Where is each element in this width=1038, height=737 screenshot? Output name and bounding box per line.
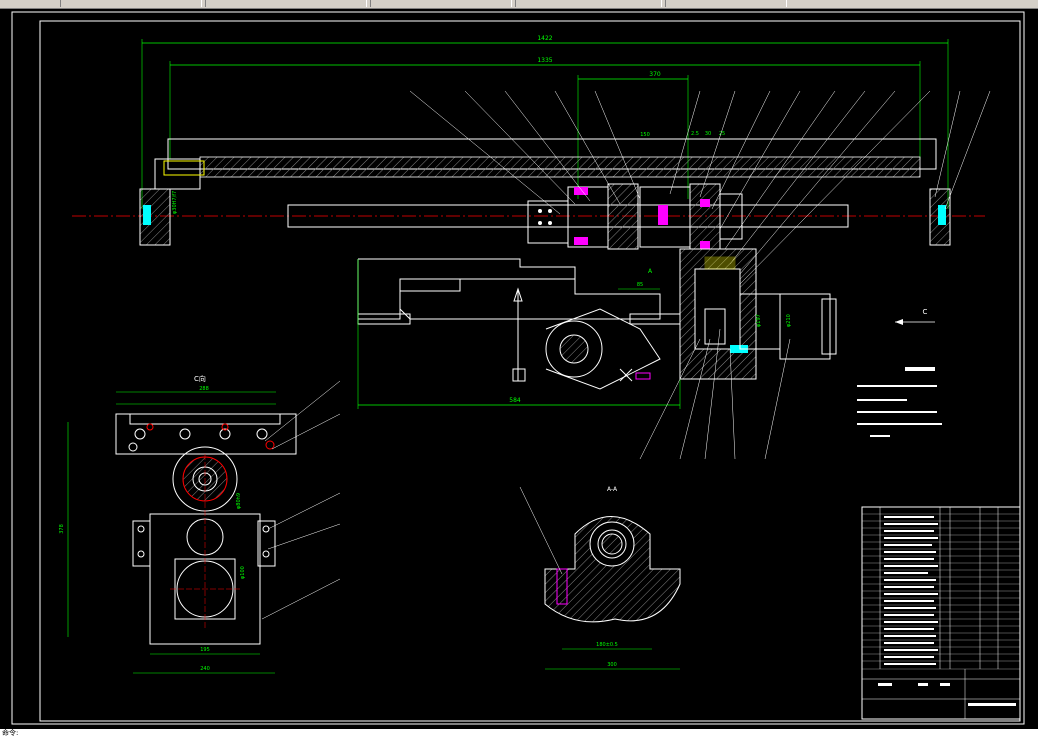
- dimension-rail: 1335: [169, 57, 921, 159]
- technical-notes: [857, 367, 942, 437]
- dimension-carriage-text: 584: [509, 397, 521, 404]
- dimension-85-text: 85: [637, 282, 643, 288]
- dimension-2-5: 2.5: [691, 131, 699, 137]
- view-c-inner-dimension: 195: [200, 647, 210, 653]
- svg-text:φ197: φ197: [756, 314, 762, 327]
- command-line[interactable]: 命令:: [0, 729, 1038, 737]
- view-c: C向 288 378 195 240 φ80h9 φ100: [59, 374, 297, 674]
- dimension-rail-text: 1335: [537, 57, 552, 64]
- mark-a-text: A: [648, 268, 653, 275]
- view-c-top-dimension: 288: [199, 386, 209, 392]
- svg-text:φ210: φ210: [786, 314, 792, 327]
- dimension-span-top: 370: [577, 71, 689, 199]
- tab-4[interactable]: [515, 0, 662, 7]
- view-c-height-dimension: 378: [59, 524, 65, 534]
- section-aa-width-dimension: 300: [607, 662, 617, 668]
- tab-5[interactable]: [665, 0, 787, 7]
- view-c-arrow-label: C: [923, 308, 928, 316]
- tab-3[interactable]: [370, 0, 512, 7]
- view-c-title: C向: [194, 374, 206, 383]
- drawing-frame-inner: [39, 20, 1021, 722]
- left-end-support: φ30H7/f7: [139, 158, 205, 246]
- nut-assembly: [527, 183, 743, 250]
- dimension-overall-text: 1422: [537, 35, 552, 42]
- tab-2[interactable]: [205, 0, 367, 7]
- tab-1[interactable]: [60, 0, 202, 7]
- dimension-85: 85 A: [618, 268, 660, 290]
- dimension-carriage: 584: [357, 259, 681, 409]
- svg-text:φ100: φ100: [240, 566, 246, 579]
- svg-text:φ80h9: φ80h9: [236, 493, 242, 509]
- section-aa-inner-dimension: 180±0.5: [596, 642, 618, 648]
- leader-lines-view-c: [261, 380, 341, 620]
- dimension-span-small: 150 2.5 30 25: [610, 131, 725, 140]
- view-c-arrow: C: [895, 308, 935, 325]
- right-end-support: [929, 188, 951, 246]
- carriage-body: [357, 258, 681, 390]
- gearbox: φ197 φ210: [679, 248, 837, 380]
- bill-of-materials: [861, 506, 1021, 720]
- section-aa: A-A 180±0.5 300: [519, 486, 681, 670]
- dimension-150: 150: [640, 132, 650, 138]
- rail-beam-hatched: [199, 156, 921, 178]
- section-aa-title: A-A: [607, 486, 618, 493]
- dimension-30: 30: [705, 131, 711, 137]
- cad-drawing-canvas[interactable]: 1422 1335 370 150 2.5 30 25 φ30H7/f7 584…: [0, 9, 1038, 729]
- view-c-width-dimension: 240: [200, 666, 210, 672]
- window-tab-bar: [0, 0, 1038, 9]
- left-end-dimension: φ30H7/f7: [172, 191, 178, 214]
- dimension-25: 25: [719, 131, 725, 137]
- dimension-span-top-text: 370: [649, 71, 661, 78]
